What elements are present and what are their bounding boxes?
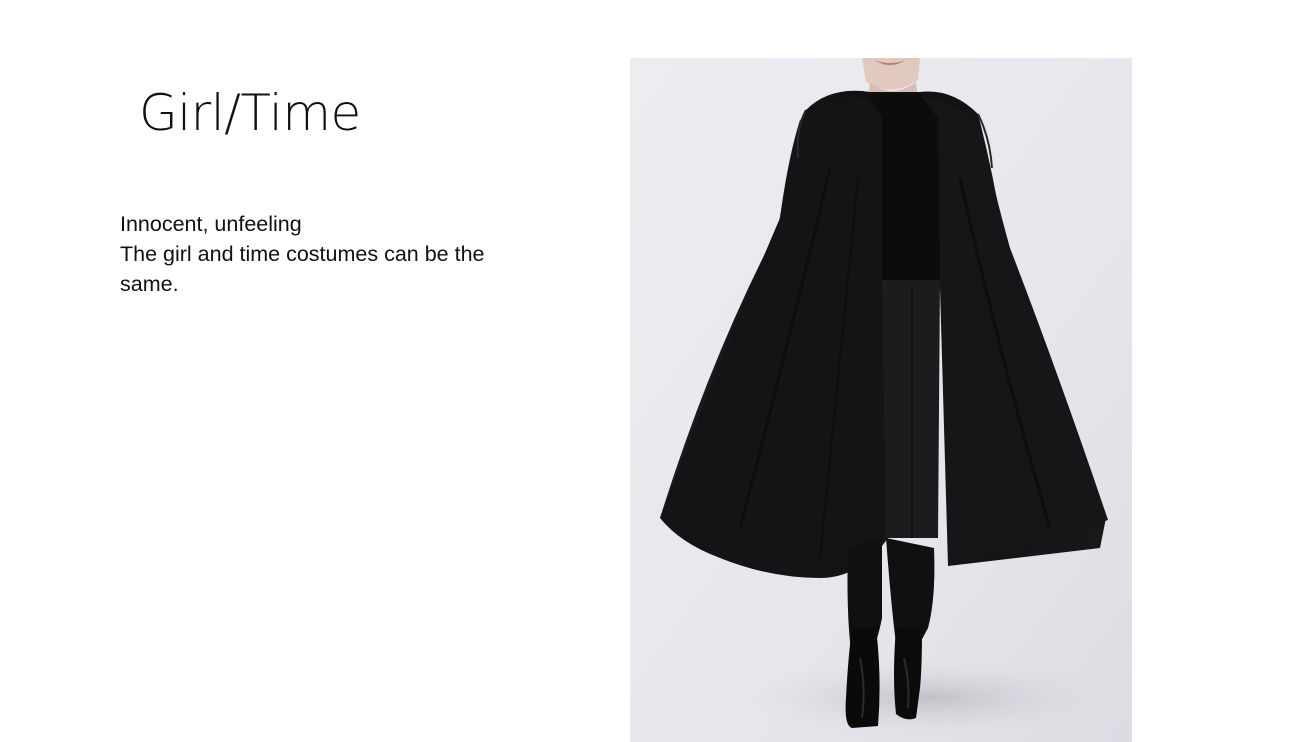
slide-title: Girl/Time [139, 84, 361, 142]
costume-photo [630, 58, 1132, 742]
slide-body: Innocent, unfeeling The girl and time co… [120, 209, 540, 299]
body-line-1: Innocent, unfeeling [120, 212, 302, 236]
slide: Girl/Time Innocent, unfeeling The girl a… [0, 0, 1313, 742]
body-line-2: The girl and time costumes can be the sa… [120, 242, 485, 296]
